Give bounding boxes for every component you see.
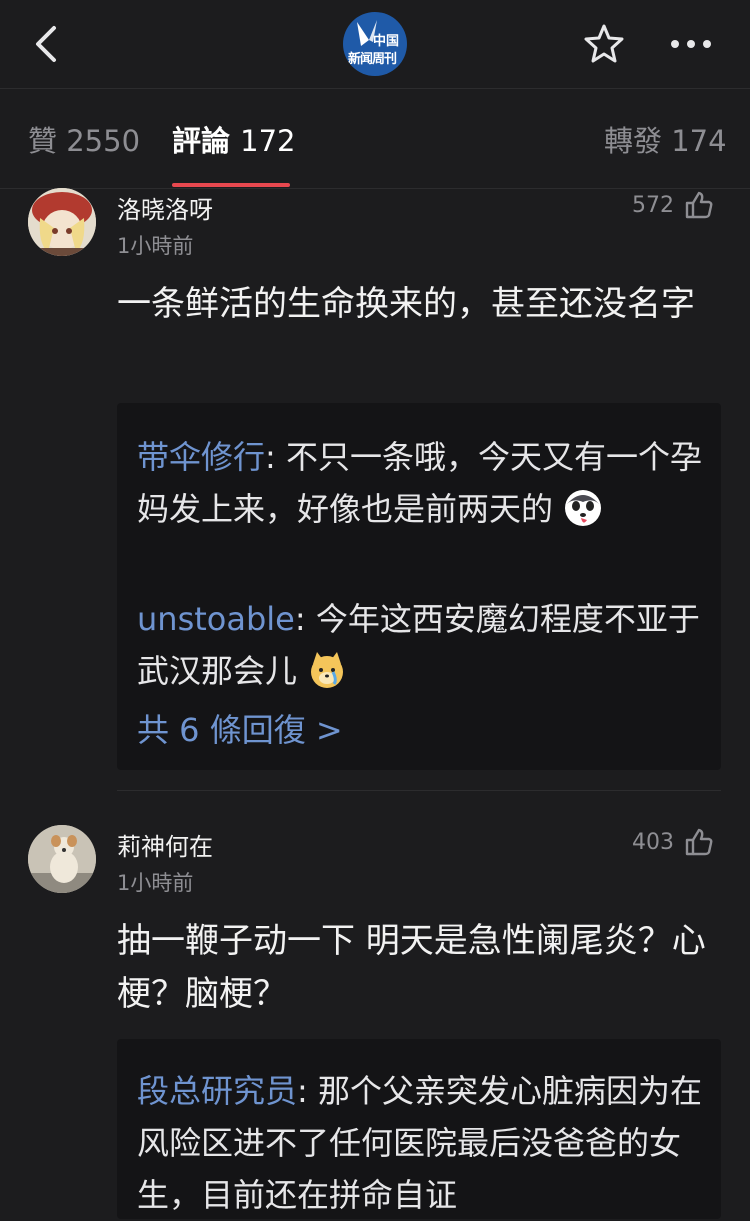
reply-separator: : (294, 600, 316, 638)
avatar[interactable] (28, 188, 96, 256)
logo-text-line1: 中国 (373, 34, 400, 49)
tab-likes[interactable]: 贊 2550 (28, 118, 140, 160)
star-outline-icon (584, 24, 624, 63)
reply-separator: : (265, 438, 286, 476)
tab-reposts[interactable]: 轉發 174 (604, 118, 727, 160)
reply-separator: : (297, 1072, 318, 1110)
comment-text: 一条鲜活的生命换来的，甚至还没名字 (117, 284, 695, 324)
dog-photo-avatar-icon (28, 825, 96, 893)
reply-username[interactable]: unstoable (137, 600, 295, 638)
comment-like-button[interactable]: 403 (632, 827, 714, 857)
logo-text-line2: 新闻周刊 (348, 52, 397, 67)
active-tab-indicator (172, 183, 290, 187)
comment-like-button[interactable]: 572 (632, 190, 714, 220)
husky-face-icon (565, 490, 602, 526)
comment-text: 抽一鞭子动一下 明天是急性阑尾炎？心梗？脑梗？ (117, 921, 706, 1014)
tab-comments-count: 172 (240, 124, 296, 158)
chevron-left-icon (36, 26, 56, 62)
avatar[interactable] (28, 825, 96, 893)
tab-comments[interactable]: 評論 172 (172, 118, 295, 160)
tab-likes-count: 2550 (66, 124, 141, 158)
comment-time: 1小時前 (117, 871, 194, 895)
thumbs-up-outline-icon (685, 191, 713, 219)
reply-box: 带伞修行: 不只一条哦，今天又有一个孕妈发上来，好像也是前两天的 unstoab… (117, 403, 721, 770)
crying-doge-icon (311, 652, 344, 688)
tab-reposts-label: 轉發 (604, 124, 663, 158)
favorite-button[interactable] (582, 22, 626, 66)
comment-username[interactable]: 莉神何在 (117, 827, 213, 862)
reply-box: 段总研究员: 那个父亲突发心脏病因为在风险区进不了任何医院最后没爸爸的女生，目前… (117, 1039, 721, 1219)
reply-username[interactable]: 段总研究员 (137, 1072, 297, 1110)
publisher-logo[interactable]: 中国 新闻周刊 (343, 12, 407, 76)
tab-reposts-count: 174 (671, 124, 727, 158)
tab-likes-label: 贊 (28, 124, 58, 158)
top-bar: 中国 新闻周刊 (0, 0, 750, 89)
reply-username[interactable]: 带伞修行 (137, 438, 265, 476)
back-button[interactable] (26, 24, 66, 64)
comment-like-count: 403 (632, 829, 674, 855)
reply-item: unstoable: 今年这西安魔幻程度不亚于武汉那会儿 (137, 593, 707, 697)
comment-divider (117, 790, 721, 791)
more-options-button[interactable] (666, 22, 716, 66)
thumbs-up-outline-icon (685, 828, 713, 856)
comment-item: 莉神何在 1小時前 403 抽一鞭子动一下 明天是急性阑尾炎？心梗？脑梗？ 段总… (0, 825, 750, 1219)
more-horizontal-icon (671, 40, 711, 48)
reply-item: 段总研究员: 那个父亲突发心脏病因为在风险区进不了任何医院最后没爸爸的女生，目前… (137, 1065, 707, 1221)
comment-like-count: 572 (632, 192, 674, 218)
tab-comments-label: 評論 (172, 124, 231, 158)
anime-girl-avatar-icon (28, 188, 96, 256)
tab-bar: 贊 2550 評論 172 轉發 174 (0, 88, 750, 189)
comment-username[interactable]: 洛晓洛呀 (117, 190, 213, 225)
view-all-replies-link[interactable]: 共 6 條回復 > (137, 705, 343, 751)
comment-time: 1小時前 (117, 234, 194, 258)
comment-item: 洛晓洛呀 1小時前 572 一条鲜活的生命换来的，甚至还没名字 带伞修行: 不只… (0, 188, 750, 788)
reply-item: 带伞修行: 不只一条哦，今天又有一个孕妈发上来，好像也是前两天的 (137, 431, 707, 535)
